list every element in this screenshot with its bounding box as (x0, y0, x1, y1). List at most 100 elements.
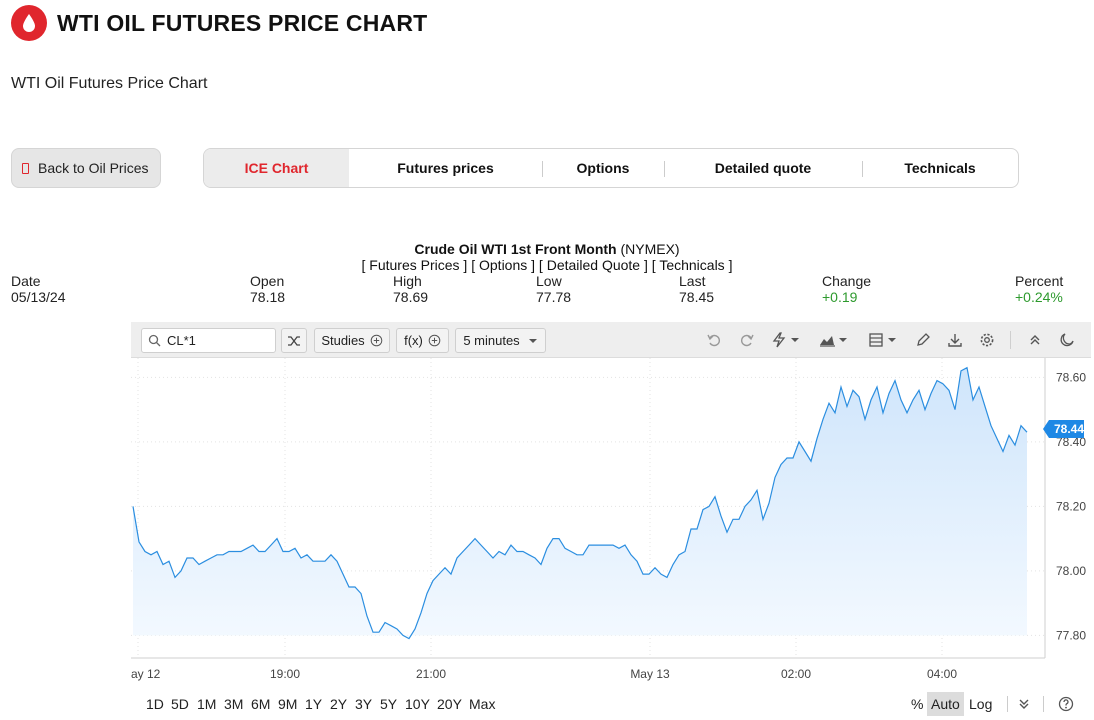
range-selector-row: 1D 5D 1M 3M 6M 9M 1Y 2Y 3Y 5Y 10Y 20Y Ma… (131, 692, 1091, 716)
x-tick-label: May 13 (630, 667, 670, 681)
stat-label: Percent (1015, 273, 1064, 289)
back-to-oil-prices-button[interactable]: Back to Oil Prices (11, 148, 161, 188)
x-tick-label: 04:00 (927, 667, 957, 681)
undo-icon[interactable] (703, 330, 725, 350)
stat-label: Last (679, 273, 706, 289)
symbol-value: CL*1 (167, 333, 196, 348)
chart-tabs: ICE Chart Futures prices Options Detaile… (203, 148, 1019, 188)
functions-button[interactable]: f(x) (396, 328, 449, 353)
range-max[interactable]: Max (469, 696, 495, 712)
x-tick-label: 19:00 (270, 667, 300, 681)
expand-down-icon[interactable] (1015, 695, 1033, 713)
page-title: WTI OIL FUTURES PRICE CHART (57, 9, 428, 36)
x-tick-label: 02:00 (781, 667, 811, 681)
interval-value: 5 minutes (463, 333, 520, 348)
range-1m[interactable]: 1M (197, 696, 216, 712)
y-tick-label: 77.80 (1056, 628, 1086, 642)
stat-open: Open 78.18 (250, 273, 285, 305)
stat-high: High 78.69 (393, 273, 428, 305)
dark-mode-moon-icon[interactable] (1056, 330, 1078, 350)
studies-button[interactable]: Studies (314, 328, 390, 353)
instrument-links: [ Futures Prices ] [ Options ] [ Detaile… (361, 257, 733, 273)
search-icon (148, 334, 161, 347)
stat-label: Change (822, 273, 872, 289)
redo-icon[interactable] (736, 330, 758, 350)
range-divider (1043, 696, 1044, 712)
x-tick-label: 21:00 (416, 667, 446, 681)
chevron-down-icon (528, 338, 537, 343)
stat-label: Open (250, 273, 285, 289)
stat-last: Last 78.45 (679, 273, 714, 305)
range-5y[interactable]: 5Y (380, 696, 397, 712)
stat-value: 78.69 (393, 289, 429, 305)
help-icon[interactable] (1057, 695, 1075, 713)
symbol-search-input[interactable]: CL*1 (141, 328, 276, 353)
oil-drop-icon (11, 5, 47, 41)
range-10y[interactable]: 10Y (405, 696, 430, 712)
stat-value: 05/13/24 (11, 289, 66, 305)
stat-date: Date 05/13/24 (11, 273, 66, 305)
stat-value: 77.78 (536, 289, 572, 305)
events-lightning-icon[interactable] (769, 330, 803, 350)
instrument-exchange: (NYMEX) (620, 241, 680, 257)
tab-futures-prices[interactable]: Futures prices (349, 149, 542, 187)
download-icon[interactable] (944, 330, 966, 350)
tab-technicals[interactable]: Technicals (862, 149, 1018, 187)
draw-pencil-icon[interactable] (912, 330, 934, 350)
tab-detailed-quote[interactable]: Detailed quote (664, 149, 862, 187)
stat-label: High (393, 273, 422, 289)
chart-type-icon[interactable] (817, 330, 851, 350)
scale-percent-toggle[interactable]: % (907, 692, 927, 716)
range-divider (1007, 696, 1008, 712)
stat-percent: Percent +0.24% (1015, 273, 1063, 305)
link-options[interactable]: Options (479, 257, 527, 273)
price-chart[interactable]: 78.6078.4078.2078.0077.80 ay 12 19:00 21:0… (131, 358, 1091, 688)
collapse-up-icon[interactable] (1024, 330, 1046, 350)
interval-select[interactable]: 5 minutes (455, 328, 546, 353)
tab-ice-chart[interactable]: ICE Chart (204, 149, 349, 187)
y-tick-label: 78.20 (1056, 499, 1086, 513)
last-price-label: 78.44 (1054, 422, 1084, 436)
range-5d[interactable]: 5D (171, 696, 189, 712)
stat-value: +0.19 (822, 289, 858, 305)
stat-change: Change +0.19 (822, 273, 871, 305)
range-9m[interactable]: 9M (278, 696, 297, 712)
stat-value: +0.24% (1015, 289, 1063, 305)
page-header: WTI OIL FUTURES PRICE CHART (11, 4, 427, 42)
page-subtitle: WTI Oil Futures Price Chart (11, 75, 208, 92)
last-price-badge-group: 78.44 (1043, 419, 1084, 438)
settings-gear-icon[interactable] (976, 330, 998, 350)
range-1d[interactable]: 1D (146, 696, 164, 712)
range-20y[interactable]: 20Y (437, 696, 462, 712)
range-2y[interactable]: 2Y (330, 696, 347, 712)
display-options-icon[interactable] (866, 330, 900, 350)
studies-label: Studies (321, 333, 365, 348)
y-tick-label: 78.00 (1056, 564, 1086, 578)
toolbar-divider (1010, 331, 1011, 349)
price-area-fill (133, 367, 1027, 639)
instrument-heading: Crude Oil WTI 1st Front Month (NYMEX) (0, 241, 1094, 257)
link-technicals[interactable]: Technicals (659, 257, 724, 273)
scale-log-toggle[interactable]: Log (965, 692, 996, 716)
stat-value: 78.18 (250, 289, 286, 305)
stat-label: Date (11, 273, 41, 289)
tab-options[interactable]: Options (542, 149, 664, 187)
range-3m[interactable]: 3M (224, 696, 243, 712)
x-tick-label: ay 12 (131, 667, 161, 681)
x-axis-ticks: ay 12 19:00 21:00 May 13 02:00 04:00 (131, 667, 957, 681)
stat-low: Low 77.78 (536, 273, 571, 305)
link-detailed-quote[interactable]: Detailed Quote (547, 257, 640, 273)
instrument-name: Crude Oil WTI 1st Front Month (414, 241, 617, 257)
link-futures-prices[interactable]: Futures Prices (369, 257, 459, 273)
back-button-label: Back to Oil Prices (38, 160, 149, 176)
compare-button[interactable] (281, 328, 307, 353)
y-tick-label: 78.60 (1056, 370, 1086, 384)
plus-circle-icon (428, 334, 441, 347)
range-6m[interactable]: 6M (251, 696, 270, 712)
plus-circle-icon (370, 334, 382, 347)
range-1y[interactable]: 1Y (305, 696, 322, 712)
y-axis-ticks: 78.6078.4078.2078.0077.80 (1056, 370, 1086, 642)
back-icon (22, 162, 29, 174)
range-3y[interactable]: 3Y (355, 696, 372, 712)
scale-auto-toggle[interactable]: Auto (927, 692, 964, 716)
